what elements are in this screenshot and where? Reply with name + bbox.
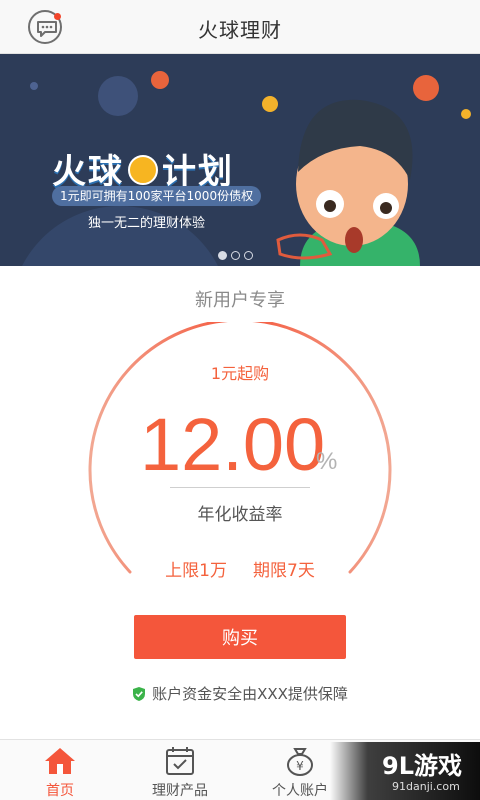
offer-limits: 上限1万 期限7天 — [0, 556, 480, 581]
annual-rate-label: 年化收益率 — [197, 505, 283, 525]
svg-text:¥: ¥ — [296, 759, 304, 773]
min-purchase-label: 1元起购 — [210, 364, 270, 383]
carousel-dot[interactable] — [244, 251, 253, 260]
rate-unit: % — [316, 448, 338, 475]
promo-banner[interactable]: 火球 计划 1元即可拥有100家平台1000份债权 独一无二的理财体验 — [0, 54, 480, 266]
site-watermark: 9L游戏 91danji.com — [330, 742, 480, 800]
divider — [170, 487, 310, 488]
calendar-check-icon — [166, 747, 194, 775]
tab-products[interactable]: 理财产品 — [120, 740, 240, 800]
banner-pill: 1元即可拥有100家平台1000份债权 — [52, 186, 262, 206]
buy-button[interactable]: 购买 — [134, 615, 346, 659]
safety-note: 账户资金安全由XXX提供保障 — [0, 683, 480, 704]
upper-limit: 上限1万 — [165, 561, 227, 581]
svg-text:91danji.com: 91danji.com — [392, 780, 460, 793]
home-icon — [45, 748, 75, 774]
annual-rate-value: 12.00 — [140, 403, 326, 486]
svg-text:9L游戏: 9L游戏 — [382, 752, 462, 780]
carousel-dot[interactable] — [218, 251, 227, 260]
term-limit: 期限7天 — [253, 561, 315, 581]
tab-label: 首页 — [46, 783, 74, 799]
section-title: 新用户专享 — [195, 290, 285, 311]
money-bag-icon: ¥ — [287, 748, 313, 776]
watermark-logo: 9L游戏 91danji.com — [382, 752, 462, 793]
page-title: 火球理财 — [198, 18, 282, 42]
shield-check-icon — [133, 686, 146, 701]
top-header: 火球理财 — [0, 0, 480, 54]
cheese-planet-icon — [128, 154, 158, 185]
carousel-indicator — [218, 251, 253, 260]
carousel-dot[interactable] — [231, 251, 240, 260]
banner-subtitle: 独一无二的理财体验 — [88, 216, 206, 231]
tab-home[interactable]: 首页 — [0, 740, 120, 800]
safety-text: 账户资金安全由XXX提供保障 — [152, 685, 348, 703]
tab-label: 理财产品 — [152, 783, 208, 799]
app-screen: 火球理财 火球 计划 1元即可拥有100家平台1000份债权 独一无二的理财体验… — [0, 0, 480, 800]
